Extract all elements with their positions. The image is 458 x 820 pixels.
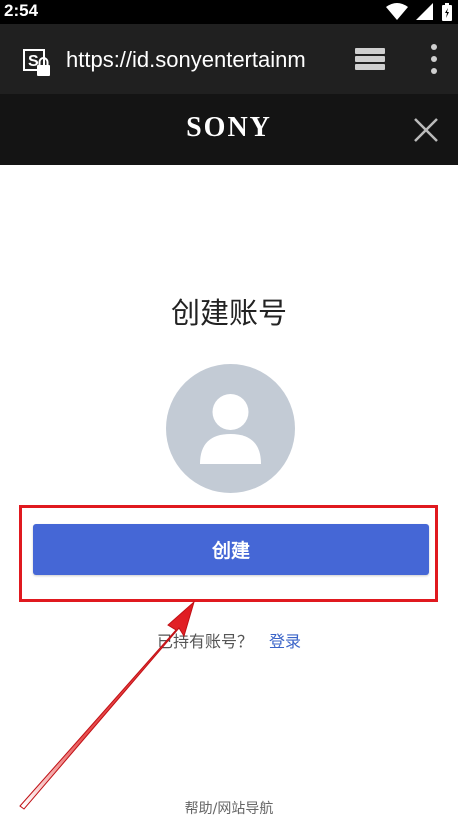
create-account-button[interactable]: 创建 <box>33 524 429 575</box>
tabs-icon[interactable] <box>352 44 388 76</box>
more-vert-icon[interactable] <box>424 42 444 76</box>
signin-row: 已持有账号？ 登录 <box>0 628 458 652</box>
site-lock-icon[interactable]: S <box>22 48 52 78</box>
page-title: 创建账号 <box>170 296 287 330</box>
site-header: SONY <box>0 94 458 165</box>
close-icon[interactable] <box>410 114 442 146</box>
sony-logo: SONY <box>186 112 272 143</box>
battery-icon <box>442 3 452 21</box>
status-time: 2:54 <box>4 1 39 20</box>
status-icons <box>386 3 452 21</box>
status-bar: 2:54 <box>0 0 458 24</box>
user-avatar-icon <box>166 364 295 493</box>
wifi-icon <box>386 3 408 20</box>
signal-icon <box>416 3 433 20</box>
url-field[interactable]: https://id.sonyentertainm <box>66 47 328 77</box>
browser-toolbar: S https://id.sonyentertainm <box>0 24 458 94</box>
signin-link[interactable]: 登录 <box>269 632 301 651</box>
signin-prompt: 已持有账号？ <box>156 632 253 651</box>
help-site-nav-link[interactable]: 帮助/网站导航 <box>0 798 458 818</box>
